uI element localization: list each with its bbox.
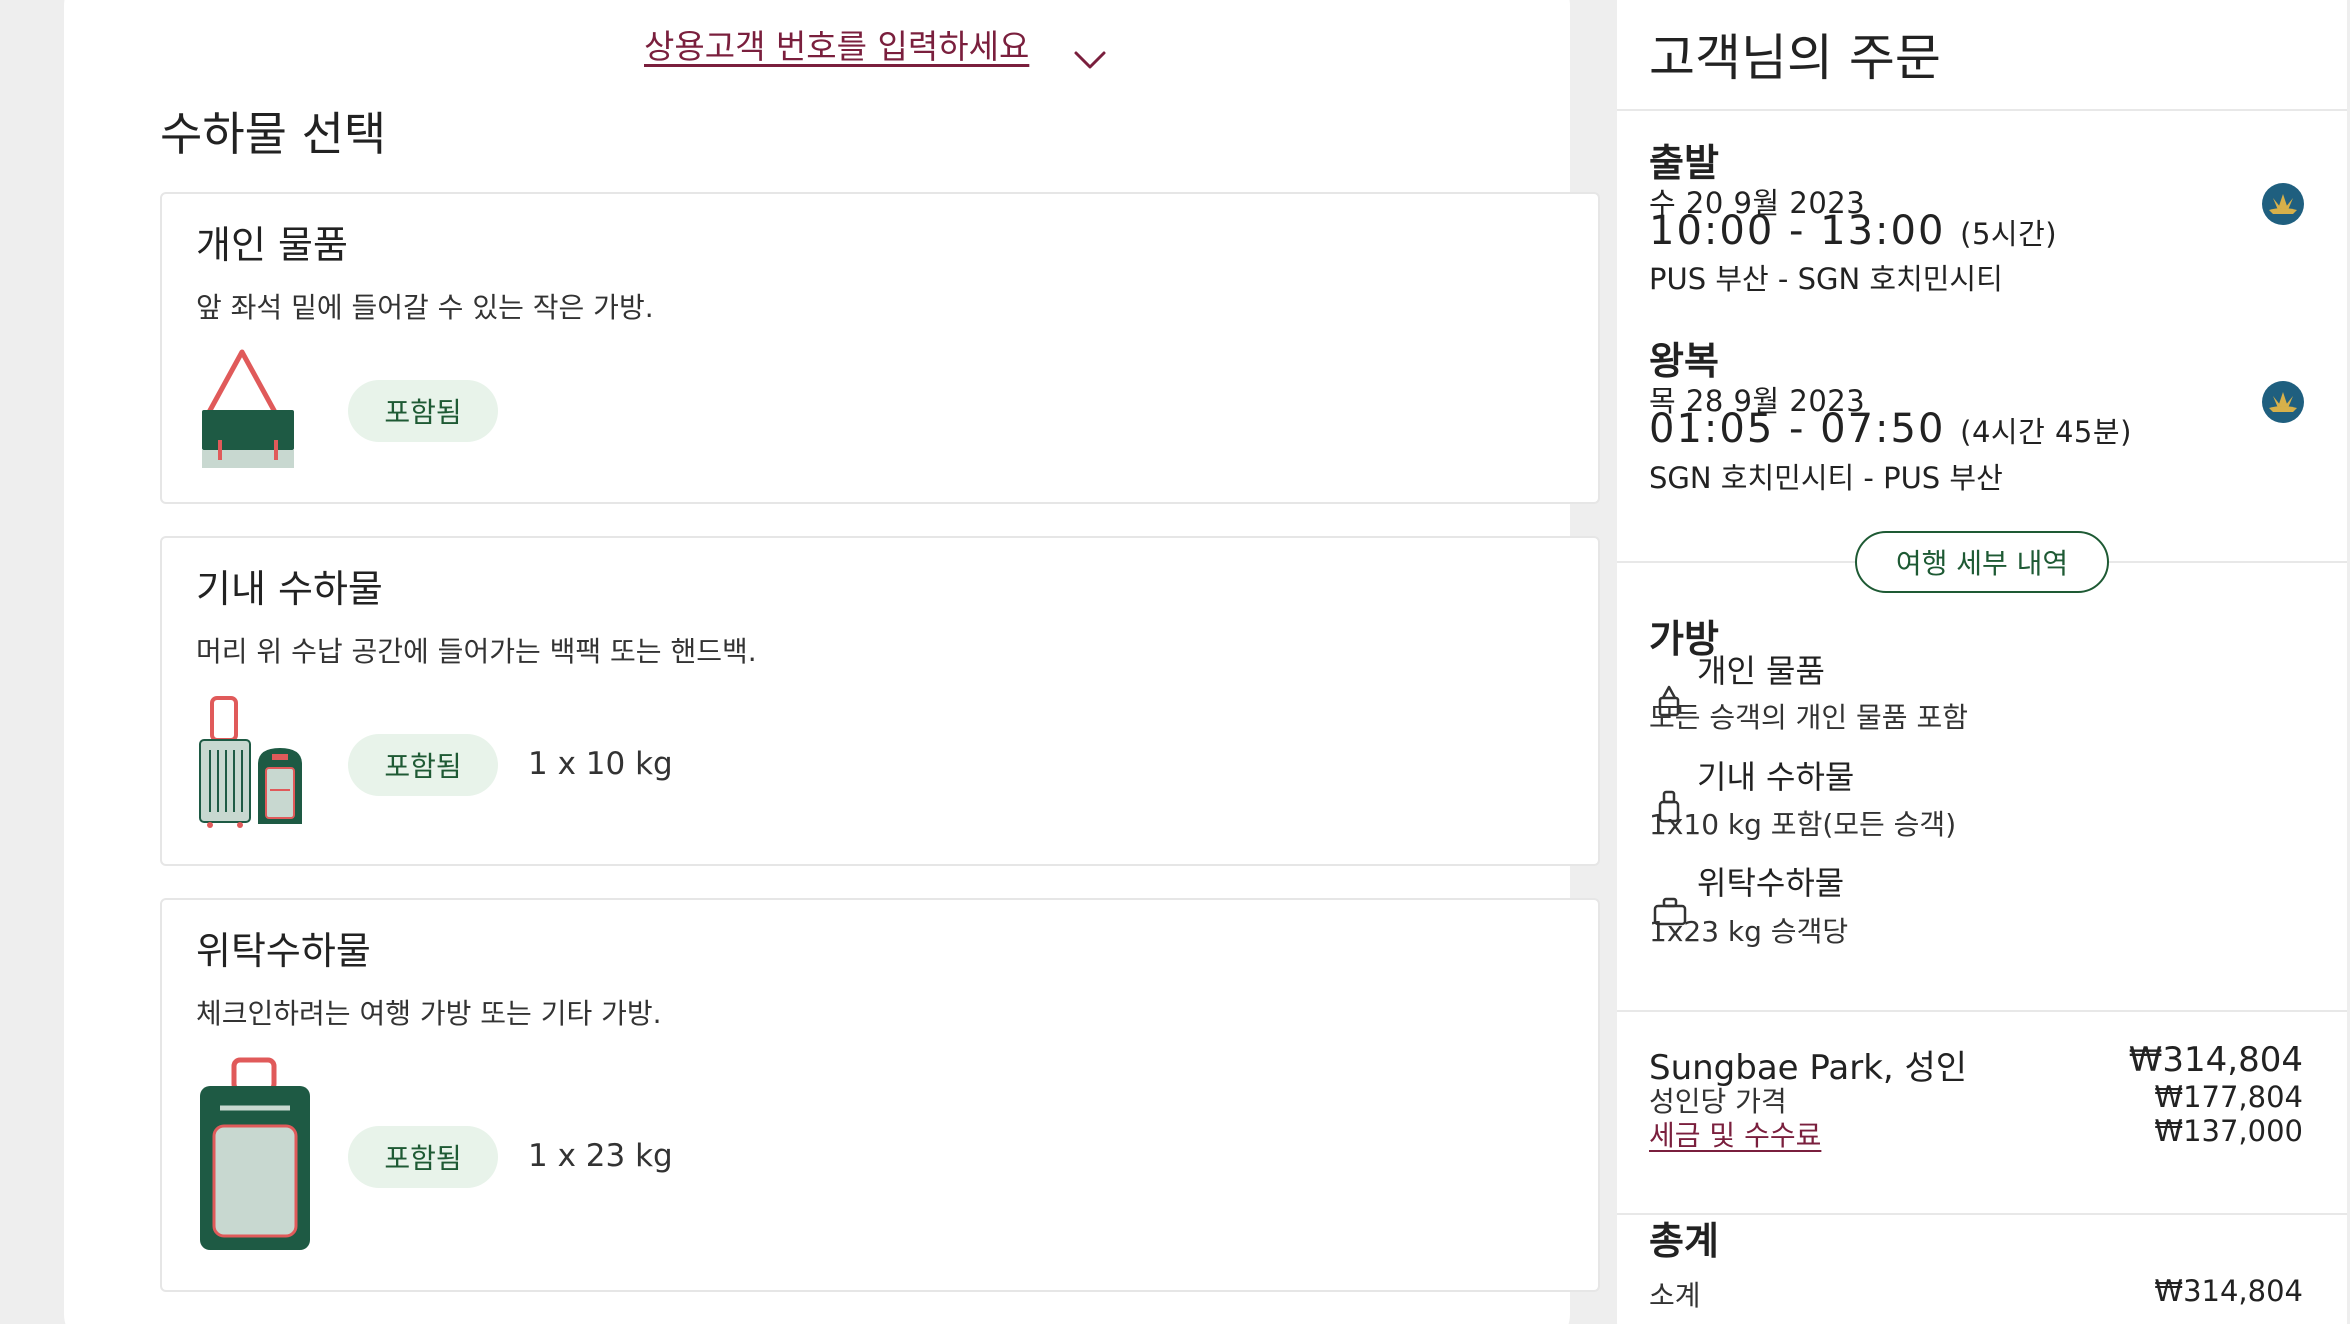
bag-quantity: 1 x 10 kg — [528, 746, 673, 782]
bag-row-note: 1x10 kg 포함(모든 승객) — [1649, 808, 1957, 841]
included-badge: 포함됨 — [348, 1126, 498, 1188]
return-time: 01:05 - 07:50 (4시간 45분) — [1649, 406, 2132, 452]
divider — [1617, 1213, 2347, 1215]
return-label: 왕복 — [1649, 339, 1719, 383]
bag-option-description: 체크인하려는 여행 가방 또는 기타 가방. — [196, 997, 662, 1030]
lotus-airline-logo-icon — [2262, 183, 2304, 225]
fare-amount: ₩177,804 — [2154, 1080, 2303, 1114]
order-summary: 고객님의 주문 출발 수 20 9월 2023 10:00 - 13:00 (5… — [1617, 0, 2347, 1324]
outbound-time: 10:00 - 13:00 (5시간) — [1649, 208, 2057, 254]
carry-on-suitcase-backpack-icon — [199, 696, 302, 828]
section-title: 수하물 선택 — [160, 107, 387, 161]
subtotal-label: 소계 — [1649, 1279, 1701, 1312]
bag-option-name: 기내 수하물 — [196, 567, 383, 611]
included-badge: 포함됨 — [348, 734, 498, 796]
total-title: 총계 — [1649, 1219, 1719, 1263]
chevron-down-icon[interactable] — [1072, 42, 1108, 78]
personal-item-icon — [202, 349, 294, 468]
bag-option-name: 개인 물품 — [196, 223, 348, 267]
bag-option-description: 앞 좌석 밑에 들어갈 수 있는 작은 가방. — [196, 291, 654, 324]
divider — [1617, 1010, 2347, 1012]
passenger-total: ₩314,804 — [2128, 1040, 2303, 1080]
trip-details-button[interactable]: 여행 세부 내역 — [1855, 531, 2109, 593]
taxes-fees-link[interactable]: 세금 및 수수료 — [1649, 1114, 1821, 1154]
return-time-range: 01:05 - 07:50 — [1649, 406, 1946, 452]
bag-quantity: 1 x 23 kg — [528, 1138, 673, 1174]
cabin-bag-option[interactable]: 기내 수하물 머리 위 수납 공간에 들어가는 백팩 또는 핸드백. 포함됨 1… — [160, 536, 1600, 866]
personal-item-option[interactable]: 개인 물품 앞 좌석 밑에 들어갈 수 있는 작은 가방. 포함됨 — [160, 192, 1600, 504]
baggage-card: 상용고객 번호를 입력하세요 수하물 선택 개인 물품 앞 좌석 밑에 들어갈 … — [64, 0, 1600, 1324]
bag-option-description: 머리 위 수납 공간에 들어가는 백팩 또는 핸드백. — [196, 635, 757, 668]
tax-amount: ₩137,000 — [2154, 1114, 2303, 1148]
included-badge: 포함됨 — [348, 380, 498, 442]
bag-row-note: 1x23 kg 승객당 — [1649, 915, 1849, 948]
bag-option-name: 위탁수하물 — [196, 929, 371, 973]
outbound-label: 출발 — [1649, 141, 1719, 185]
outbound-route: PUS 부산 - SGN 호치민시티 — [1649, 262, 2003, 296]
frequent-flyer-link[interactable]: 상용고객 번호를 입력하세요 — [644, 20, 1029, 68]
subtotal-amount: ₩314,804 — [2154, 1274, 2303, 1308]
return-duration: (4시간 45분) — [1960, 415, 2132, 449]
divider — [1617, 109, 2347, 111]
checked-bag-option[interactable]: 위탁수하물 체크인하려는 여행 가방 또는 기타 가방. 포함됨 1 x 23 … — [160, 898, 1600, 1292]
return-route: SGN 호치민시티 - PUS 부산 — [1649, 461, 2003, 495]
bag-row-note: 모든 승객의 개인 물품 포함 — [1649, 701, 1968, 734]
checked-suitcase-icon — [200, 1057, 310, 1250]
order-title: 고객님의 주문 — [1649, 29, 1941, 87]
lotus-airline-logo-icon — [2262, 381, 2304, 423]
bag-row-name: 기내 수하물 — [1697, 758, 1855, 796]
bag-row-name: 위탁수하물 — [1697, 864, 1845, 902]
outbound-time-range: 10:00 - 13:00 — [1649, 208, 1946, 254]
bag-row-name: 개인 물품 — [1697, 652, 1825, 690]
outbound-duration: (5시간) — [1960, 217, 2058, 251]
